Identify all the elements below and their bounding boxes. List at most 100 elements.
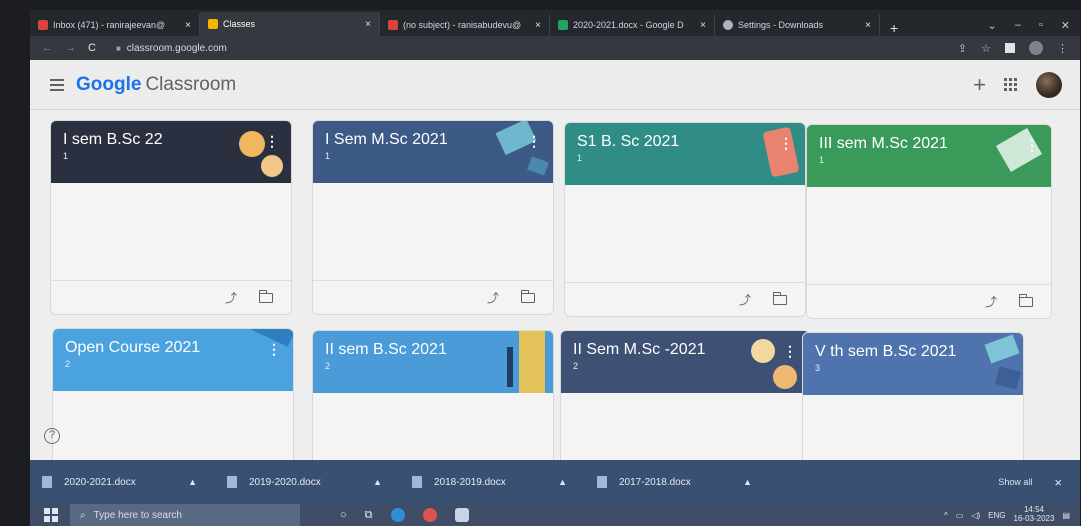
forward-icon[interactable]: → <box>65 42 76 54</box>
bookmark-star-icon[interactable]: ☆ <box>981 42 991 55</box>
clock[interactable]: 14:54 16-03-2023 <box>1013 505 1055 524</box>
class-title[interactable]: Open Course 2021 <box>65 339 281 357</box>
class-card[interactable]: III sem M.Sc 2021 1 ⋮ ⤴ <box>806 124 1052 319</box>
edge-icon[interactable] <box>390 508 405 522</box>
google-apps-icon[interactable] <box>1004 77 1018 92</box>
folder-icon[interactable] <box>772 291 787 305</box>
class-section: 1 <box>325 151 331 161</box>
close-shelf-icon[interactable]: × <box>1054 475 1062 490</box>
class-card-banner[interactable]: II Sem M.Sc -2021 2 <box>561 331 809 393</box>
trending-icon[interactable]: ⤴ <box>985 293 997 310</box>
share-icon[interactable]: ⇪ <box>958 42 967 55</box>
more-options-icon[interactable]: ⋮ <box>1025 137 1039 154</box>
download-item[interactable]: 2017-2018.docx ▲ <box>585 460 770 504</box>
close-tab-icon[interactable]: × <box>692 20 706 31</box>
class-title[interactable]: I sem B.Sc 22 <box>63 131 279 149</box>
class-card[interactable]: I Sem M.Sc 2021 1 ⋮ ⤴ <box>312 120 554 315</box>
classroom-page: Google Classroom + I sem B.Sc 22 1 ⋮ ⤴ I… <box>30 60 1080 526</box>
download-item[interactable]: 2020-2021.docx ▲ <box>30 460 215 504</box>
tab-search-icon[interactable]: ⌄ <box>988 19 997 32</box>
language-indicator[interactable]: ENG <box>988 511 1005 520</box>
more-options-icon[interactable]: ⋮ <box>779 135 793 152</box>
class-card[interactable]: I sem B.Sc 22 1 ⋮ ⤴ <box>50 120 292 315</box>
folder-icon[interactable] <box>258 289 273 303</box>
close-tab-icon[interactable]: × <box>357 19 371 30</box>
notification-icon[interactable]: ▤ <box>1062 511 1070 520</box>
cortana-icon[interactable]: ○ <box>340 509 347 521</box>
tab-docx[interactable]: 2020-2021.docx - Google D × <box>550 14 715 36</box>
class-card-banner[interactable]: I Sem M.Sc 2021 1 <box>313 121 553 183</box>
drive-icon <box>558 20 568 30</box>
class-title[interactable]: S1 B. Sc 2021 <box>577 133 793 151</box>
url-field[interactable]: ■ classroom.google.com <box>108 39 288 57</box>
more-options-icon[interactable]: ⋮ <box>265 133 279 150</box>
downloads-shelf: 2020-2021.docx ▲ 2019-2020.docx ▲ 2018-2… <box>30 460 1080 504</box>
taskbar-search-input[interactable]: ⌕ Type here to search <box>70 504 300 526</box>
minimize-icon[interactable]: – <box>1015 19 1021 31</box>
class-section: 1 <box>577 153 583 163</box>
chevron-up-icon[interactable]: ^ <box>944 511 948 520</box>
tab-inbox[interactable]: Inbox (471) - ranirajeevan@ × <box>30 14 200 36</box>
tab-classes[interactable]: Classes × <box>200 12 380 36</box>
file-explorer-icon[interactable] <box>454 508 469 522</box>
maximize-icon[interactable]: ▫ <box>1039 19 1043 31</box>
class-title[interactable]: V th sem B.Sc 2021 <box>815 343 1011 361</box>
tab-label: Settings - Downloads <box>738 20 824 30</box>
trending-icon[interactable]: ⤴ <box>487 289 499 306</box>
more-options-icon[interactable]: ⋮ <box>267 341 281 358</box>
close-tab-icon[interactable]: × <box>177 20 191 31</box>
folder-icon[interactable] <box>1018 293 1033 307</box>
trending-icon[interactable]: ⤴ <box>225 289 237 306</box>
browser-tab-strip: Inbox (471) - ranirajeevan@ × Classes × … <box>30 10 1080 36</box>
chevron-up-icon[interactable]: ▲ <box>188 477 197 487</box>
browser-menu-icon[interactable]: ⋮ <box>1057 42 1068 55</box>
class-card-banner[interactable]: II sem B.Sc 2021 2 <box>313 331 553 393</box>
doc-file-icon <box>227 476 237 488</box>
class-card-banner[interactable]: III sem M.Sc 2021 1 <box>807 125 1051 187</box>
more-options-icon[interactable]: ⋮ <box>783 343 797 360</box>
close-tab-icon[interactable]: × <box>527 20 541 31</box>
extension-icon[interactable] <box>1005 43 1015 53</box>
class-card-banner[interactable]: V th sem B.Sc 2021 3 <box>803 333 1023 395</box>
tab-no-subject[interactable]: (no subject) - ranisabudevu@ × <box>380 14 550 36</box>
new-tab-button[interactable]: + <box>880 20 908 36</box>
clock-date: 16-03-2023 <box>1013 514 1055 523</box>
more-options-icon[interactable]: ⋮ <box>527 133 541 150</box>
volume-icon[interactable]: ◁) <box>971 511 980 520</box>
class-title[interactable]: I Sem M.Sc 2021 <box>325 131 541 149</box>
download-item[interactable]: 2019-2020.docx ▲ <box>215 460 400 504</box>
task-view-icon[interactable]: ⧉ <box>365 509 373 522</box>
help-icon[interactable]: ? <box>44 428 60 444</box>
profile-icon[interactable] <box>1029 41 1043 55</box>
class-title[interactable]: III sem M.Sc 2021 <box>819 135 1039 153</box>
tab-label: (no subject) - ranisabudevu@ <box>403 20 522 30</box>
hamburger-menu-icon[interactable] <box>50 78 64 91</box>
close-tab-icon[interactable]: × <box>857 20 871 31</box>
back-icon[interactable]: ← <box>42 42 53 54</box>
class-card[interactable]: S1 B. Sc 2021 1 ⋮ ⤴ <box>564 122 806 317</box>
create-join-class-icon[interactable]: + <box>973 73 986 96</box>
chevron-up-icon[interactable]: ▲ <box>373 477 382 487</box>
chrome-icon[interactable] <box>422 508 437 522</box>
windows-start-icon[interactable] <box>44 508 58 522</box>
reload-icon[interactable]: C <box>88 42 96 54</box>
class-card-banner[interactable]: I sem B.Sc 22 1 <box>51 121 291 183</box>
tab-settings-downloads[interactable]: Settings - Downloads × <box>715 14 880 36</box>
chevron-up-icon[interactable]: ▲ <box>743 477 752 487</box>
show-all-button[interactable]: Show all <box>998 477 1032 487</box>
chevron-up-icon[interactable]: ▲ <box>558 477 567 487</box>
trending-icon[interactable]: ⤴ <box>739 291 751 308</box>
class-card-footer: ⤴ <box>51 280 291 314</box>
classroom-logo[interactable]: Google Classroom <box>76 74 236 96</box>
battery-icon[interactable]: ▭ <box>956 511 964 520</box>
avatar[interactable] <box>1036 71 1062 98</box>
class-title[interactable]: II sem B.Sc 2021 <box>325 341 541 359</box>
class-section: 2 <box>573 361 579 371</box>
class-title[interactable]: II Sem M.Sc -2021 <box>573 341 797 359</box>
class-card-banner[interactable]: S1 B. Sc 2021 1 <box>565 123 805 185</box>
close-window-icon[interactable]: ✕ <box>1061 19 1070 32</box>
class-card-banner[interactable]: Open Course 2021 2 <box>53 329 293 391</box>
download-item[interactable]: 2018-2019.docx ▲ <box>400 460 585 504</box>
folder-icon[interactable] <box>520 289 535 303</box>
address-bar: ← → C ■ classroom.google.com ⇪ ☆ ⋮ <box>30 36 1080 60</box>
